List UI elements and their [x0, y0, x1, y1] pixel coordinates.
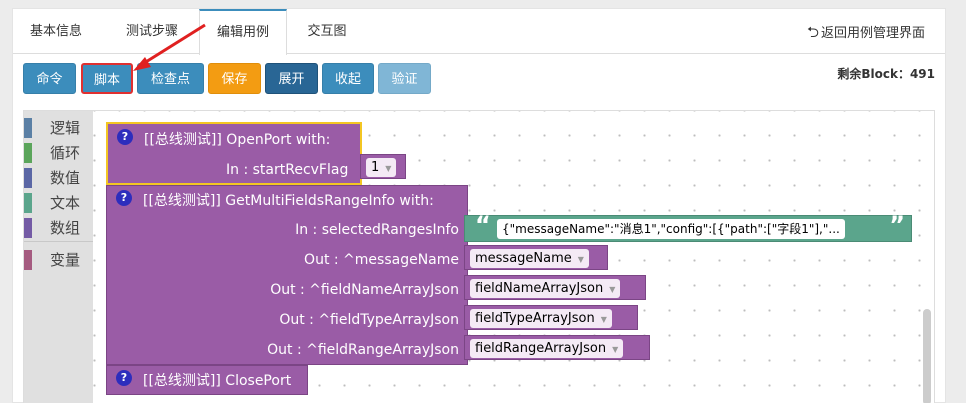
dropdown-arrow-icon: ▼ — [577, 255, 584, 264]
category-color-bar — [24, 250, 32, 270]
close-quote-icon: ” — [889, 211, 905, 239]
category-label: 逻辑 — [50, 119, 81, 137]
category-color-bar — [24, 168, 32, 188]
workspace-vertical-scrollbar[interactable] — [923, 309, 931, 403]
annotation-arrow-icon — [133, 23, 206, 71]
blockly-toolbox: 逻辑 循环 数值 文本 数组 变量 — [24, 111, 93, 403]
toolbox-category-lists[interactable]: 数组 — [24, 217, 93, 239]
back-arrow-icon: ⮌ — [806, 23, 819, 41]
message-name-value: messageName — [475, 251, 572, 266]
field-range-array-value: fieldRangeArrayJson — [475, 341, 607, 356]
dropdown-arrow-icon: ▼ — [385, 164, 392, 173]
selected-ranges-info-text-block[interactable]: “ {"messageName":"消息1","config":[{"path"… — [464, 211, 912, 242]
toolbox-separator — [24, 241, 93, 242]
field-range-array-var-block[interactable]: fieldRangeArrayJson ▼ — [464, 335, 650, 360]
field-range-array-label: Out : ^fieldRangeArrayJson — [267, 342, 459, 358]
category-color-bar — [24, 143, 32, 163]
category-label: 循环 — [50, 144, 81, 162]
main-panel: 基本信息 测试步骤 编辑用例 交互图 ⮌ 返回用例管理界面 命令 脚本 检查点 保… — [12, 8, 946, 403]
start-recv-flag-input-block[interactable]: 1 ▼ — [360, 154, 406, 179]
category-label: 数组 — [50, 219, 81, 237]
toolbox-category-loops[interactable]: 循环 — [24, 142, 93, 164]
field-name-array-value: fieldNameArrayJson — [475, 281, 604, 296]
toolbox-category-math[interactable]: 数值 — [24, 167, 93, 189]
field-type-array-value: fieldTypeArrayJson — [475, 311, 595, 326]
category-color-bar — [24, 218, 32, 238]
dropdown-arrow-icon: ▼ — [609, 285, 616, 294]
open-quote-icon: “ — [475, 211, 491, 239]
field-type-array-label: Out : ^fieldTypeArrayJson — [279, 312, 459, 328]
selected-ranges-info-field[interactable]: {"messageName":"消息1","config":[{"path":[… — [497, 219, 845, 239]
verify-button[interactable]: 验证 — [378, 63, 431, 94]
field-range-array-dropdown[interactable]: fieldRangeArrayJson ▼ — [470, 339, 624, 358]
get-multi-fields-range-info-block[interactable]: ? [[总线测试]] GetMultiFieldsRangeInfo with:… — [106, 185, 468, 365]
start-recv-flag-label: In : startRecvFlag — [226, 162, 349, 178]
remaining-blocks-counter: 剩余Block：491 — [837, 67, 935, 81]
close-port-title: [[总线测试]] ClosePort — [143, 373, 292, 389]
help-icon[interactable]: ? — [117, 129, 133, 145]
start-recv-flag-value: 1 — [371, 160, 380, 175]
category-color-bar — [24, 118, 32, 138]
field-name-array-label: Out : ^fieldNameArrayJson — [270, 282, 459, 298]
dropdown-arrow-icon: ▼ — [600, 315, 607, 324]
start-recv-flag-dropdown[interactable]: 1 ▼ — [366, 158, 397, 177]
toolbox-category-variables[interactable]: 变量 — [24, 249, 93, 271]
toolbox-category-logic[interactable]: 逻辑 — [24, 117, 93, 139]
message-name-label: Out : ^messageName — [304, 252, 459, 268]
back-link-label: 返回用例管理界面 — [820, 26, 925, 41]
blockly-workspace[interactable]: 逻辑 循环 数值 文本 数组 变量 ? [[总线测试]] OpenPort wi… — [23, 110, 935, 403]
field-name-array-dropdown[interactable]: fieldNameArrayJson ▼ — [470, 279, 621, 298]
message-name-dropdown[interactable]: messageName ▼ — [470, 249, 589, 268]
help-icon[interactable]: ? — [116, 190, 132, 206]
tab-interaction-diagram[interactable]: 交互图 — [297, 9, 357, 54]
message-name-var-block[interactable]: messageName ▼ — [464, 245, 608, 270]
back-to-case-management-link[interactable]: ⮌ 返回用例管理界面 — [807, 9, 925, 54]
category-label: 变量 — [50, 251, 81, 269]
dropdown-arrow-icon: ▼ — [612, 345, 619, 354]
selected-ranges-info-label: In : selectedRangesInfo — [295, 222, 459, 238]
get-multi-fields-title: [[总线测试]] GetMultiFieldsRangeInfo with: — [143, 193, 434, 209]
category-color-bar — [24, 193, 32, 213]
field-name-array-var-block[interactable]: fieldNameArrayJson ▼ — [464, 275, 646, 300]
category-label: 数值 — [50, 169, 81, 187]
field-type-array-dropdown[interactable]: fieldTypeArrayJson ▼ — [470, 309, 612, 328]
toolbox-category-text[interactable]: 文本 — [24, 192, 93, 214]
close-port-block[interactable]: ? [[总线测试]] ClosePort — [106, 365, 308, 395]
open-port-title: [[总线测试]] OpenPort with: — [144, 132, 331, 148]
open-port-block[interactable]: ? [[总线测试]] OpenPort with: In : startRecv… — [106, 122, 362, 185]
category-label: 文本 — [50, 194, 81, 212]
field-type-array-var-block[interactable]: fieldTypeArrayJson ▼ — [464, 305, 638, 330]
help-icon[interactable]: ? — [116, 370, 132, 386]
collapse-button[interactable]: 收起 — [322, 63, 374, 94]
expand-button[interactable]: 展开 — [265, 63, 318, 94]
